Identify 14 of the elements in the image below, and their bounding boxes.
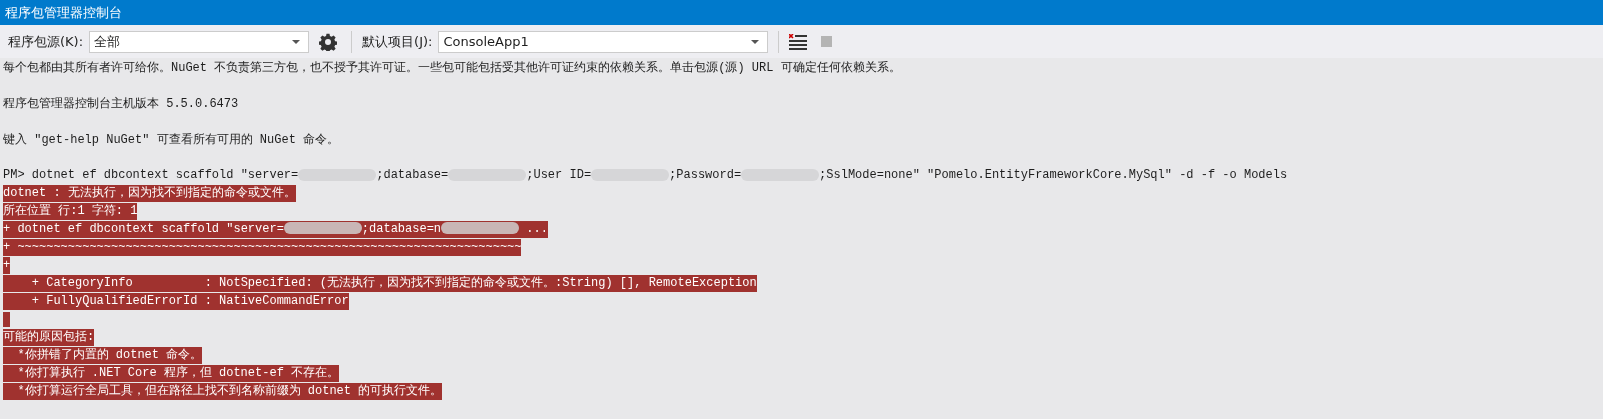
project-dropdown[interactable]: ConsoleApp1 <box>438 30 769 53</box>
console-line: 程序包管理器控制台主机版本 5.5.0.6473 <box>3 95 239 112</box>
console-line: 键入 "get-help NuGet" 可查看所有可用的 NuGet 命令。 <box>3 131 340 148</box>
window-title: 程序包管理器控制台 <box>5 3 122 22</box>
source-label: 程序包源(K): <box>8 32 84 51</box>
caret-icon <box>292 39 301 44</box>
settings-icon[interactable] <box>319 32 338 51</box>
project-label: 默认项目(J): <box>362 32 433 51</box>
error-block <box>3 311 10 327</box>
caret-icon <box>751 39 760 44</box>
source-dropdown[interactable]: 全部 <box>89 30 310 53</box>
console-line: PM> dotnet ef dbcontext scaffold "server= ;database= ;User ID= ;Password= ;SslMode=none" "Pomelo.EntityFrameworkCore.MySql" -d -f -o Models <box>3 168 1288 182</box>
console-line: 每个包都由其所有者许可给你。NuGet 不负责第三方包，也不授予其许可证。一些包可能包括受其他许可证约束的依赖关系。单击包源(源) URL 可确定任何依赖关系。 <box>3 59 901 76</box>
clear-console-icon[interactable] <box>789 33 808 50</box>
